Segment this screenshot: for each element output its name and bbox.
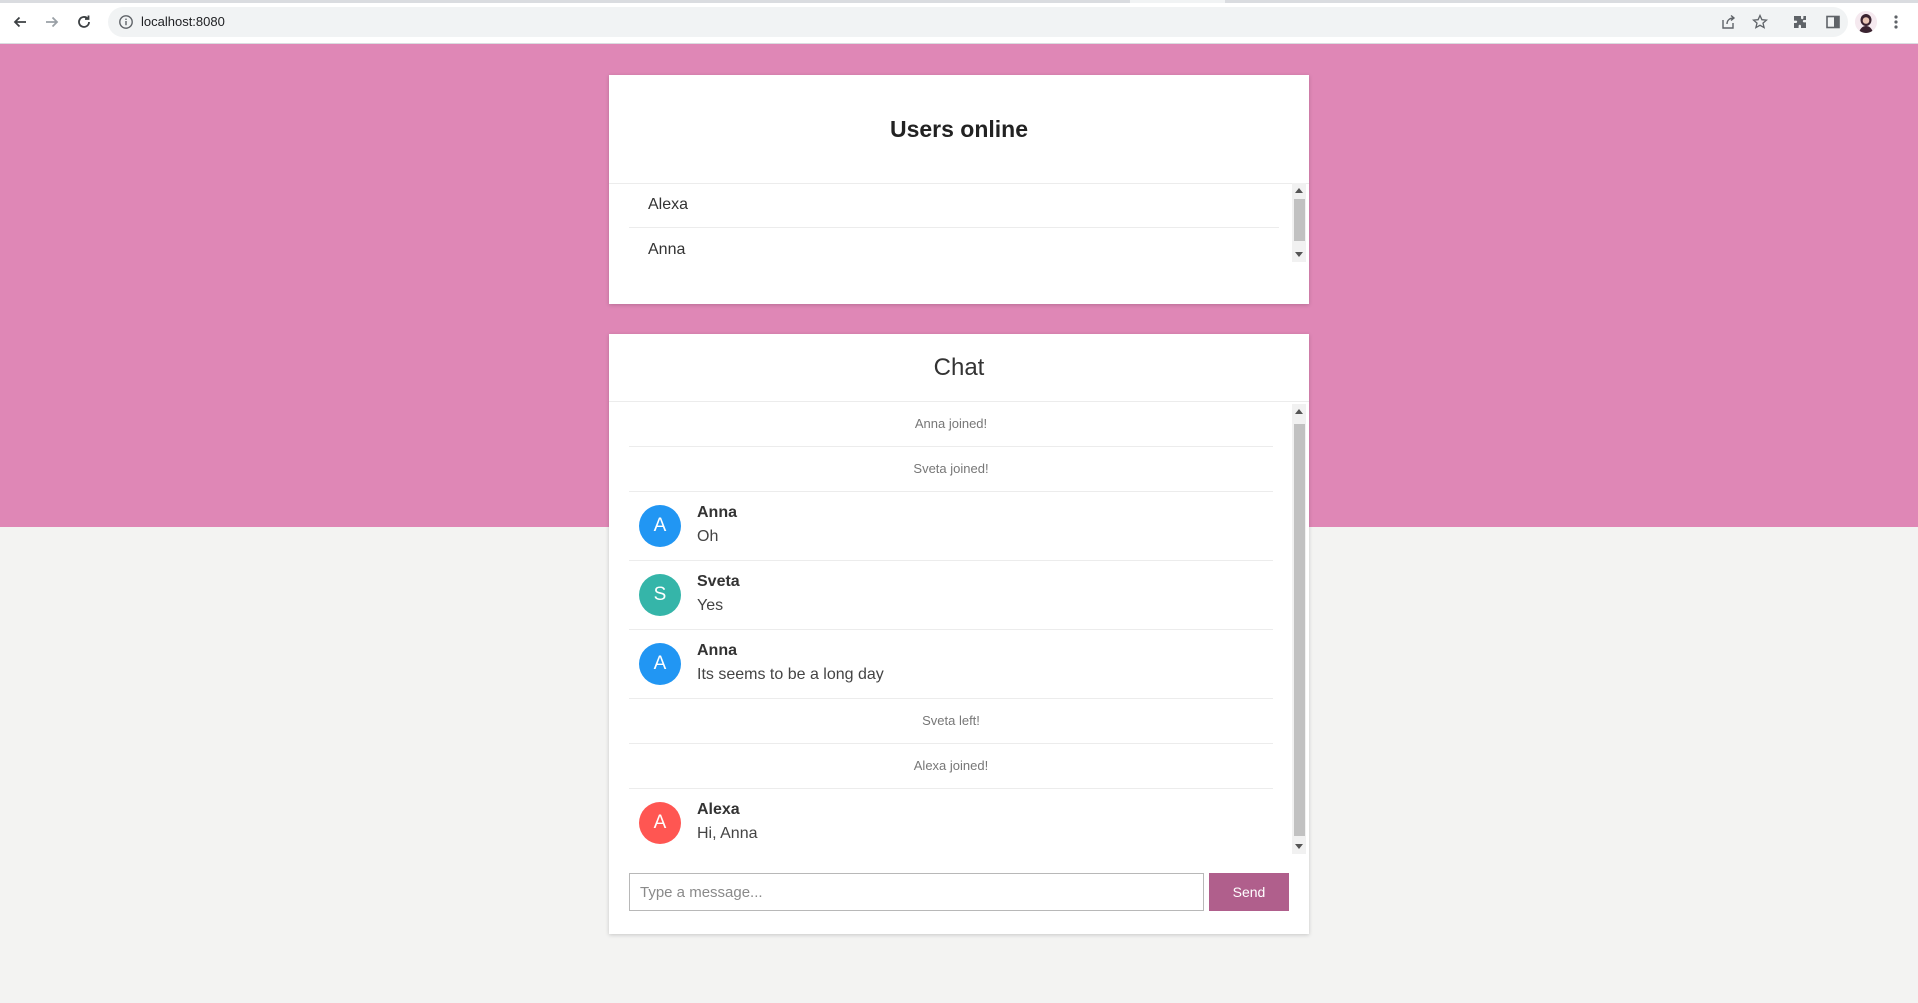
message-list: Anna joined! Sveta joined! A Anna Oh S Sveta Ye… — [629, 402, 1273, 852]
system-event-message: Sveta left! — [629, 699, 1273, 744]
reload-icon[interactable] — [73, 11, 95, 33]
chat-message: S Sveta Yes — [629, 561, 1273, 630]
message-sender: Anna — [697, 642, 737, 659]
kebab-menu-icon[interactable] — [1887, 13, 1905, 31]
user-list-item: Alexa — [629, 183, 1279, 228]
message-text: Yes — [697, 597, 724, 614]
scroll-up-arrow-icon[interactable] — [1295, 409, 1303, 414]
chat-title: Chat — [609, 334, 1309, 402]
address-bar[interactable]: localhost:8080 — [108, 7, 1848, 37]
scrollbar-thumb[interactable] — [1294, 424, 1305, 836]
users-online-panel: Users online Alexa Anna — [609, 75, 1309, 304]
users-list: Alexa Anna — [629, 183, 1279, 272]
users-online-title: Users online — [609, 75, 1309, 184]
avatar: A — [639, 643, 681, 685]
send-button[interactable]: Send — [1209, 873, 1289, 911]
browser-toolbar: localhost:8080 — [0, 0, 1918, 44]
info-icon[interactable] — [118, 14, 134, 30]
url-text: localhost:8080 — [141, 14, 225, 29]
message-input[interactable] — [629, 873, 1204, 911]
forward-arrow-icon[interactable] — [41, 11, 63, 33]
system-event-message: Alexa joined! — [629, 744, 1273, 789]
chat-message: A Alexa Hi, Anna — [629, 789, 1273, 852]
message-text: Hi, Anna — [697, 825, 758, 842]
share-icon[interactable] — [1719, 13, 1737, 31]
message-sender: Alexa — [697, 801, 740, 818]
message-sender: Sveta — [697, 573, 740, 590]
users-scrollbar[interactable] — [1292, 183, 1306, 262]
chat-message: A Anna Its seems to be a long day — [629, 630, 1273, 699]
chat-panel: Chat Anna joined! Sveta joined! A Anna Oh S Sv… — [609, 334, 1309, 934]
message-text: Its seems to be a long day — [697, 666, 884, 683]
avatar: A — [639, 505, 681, 547]
profile-avatar[interactable] — [1855, 11, 1877, 33]
back-arrow-icon[interactable] — [9, 11, 31, 33]
star-icon[interactable] — [1751, 13, 1769, 31]
scrollbar-thumb[interactable] — [1294, 199, 1305, 241]
extensions-icon[interactable] — [1791, 13, 1809, 31]
scroll-down-arrow-icon[interactable] — [1295, 844, 1303, 849]
message-composer: Send — [629, 873, 1289, 911]
avatar: S — [639, 574, 681, 616]
side-panel-icon[interactable] — [1824, 13, 1842, 31]
system-event-message: Sveta joined! — [629, 447, 1273, 492]
chat-scrollbar[interactable] — [1292, 404, 1306, 854]
user-list-item: Anna — [648, 241, 686, 258]
tab-strip-edge — [0, 0, 1918, 3]
message-text: Oh — [697, 528, 719, 545]
avatar: A — [639, 802, 681, 844]
scroll-down-arrow-icon[interactable] — [1295, 252, 1303, 257]
chat-message: A Anna Oh — [629, 492, 1273, 561]
system-event-message: Anna joined! — [629, 402, 1273, 447]
scroll-up-arrow-icon[interactable] — [1295, 188, 1303, 193]
message-sender: Anna — [697, 504, 737, 521]
